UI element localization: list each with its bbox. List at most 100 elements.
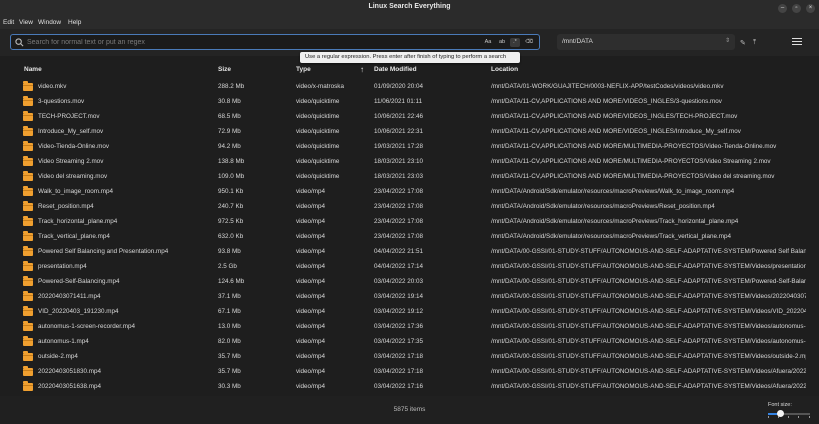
- table-row[interactable]: Powered Self Balancing and Presentation.…: [0, 245, 819, 260]
- table-row[interactable]: Powered-Self-Balancing.mp4 124.6 Mb video/…: [0, 275, 819, 290]
- clear-search-icon[interactable]: ⌫: [524, 38, 534, 47]
- cell-name: Video del streaming.mov: [38, 173, 108, 180]
- hamburger-menu-icon[interactable]: [792, 38, 802, 46]
- table-row[interactable]: presentation.mp4 2.5 Gb video/mp4 04/04/202…: [0, 260, 819, 275]
- table-row[interactable]: outside-2.mp4 35.7 Mb video/mp4 03/04/2022 …: [0, 350, 819, 365]
- folder-icon: [23, 186, 33, 196]
- table-row[interactable]: autonomus-1-screen-recorder.mp4 13.0 Mb vi…: [0, 320, 819, 335]
- title-bar: Linux Search Everything – ▫ ×: [0, 0, 819, 17]
- cell-size: 37.1 Mb: [218, 293, 241, 300]
- table-row[interactable]: Reset_position.mp4 240.7 Kb video/mp4 23/04…: [0, 200, 819, 215]
- search-input[interactable]: [27, 36, 467, 48]
- table-row[interactable]: Introduce_My_self.mov 72.9 Mb video/quickt…: [0, 125, 819, 140]
- cell-name: autonomus-1.mp4: [38, 338, 89, 345]
- regex-icon[interactable]: .*: [510, 38, 520, 47]
- folder-icon: [23, 336, 33, 346]
- cell-name: Walk_to_image_room.mp4: [38, 188, 114, 195]
- column-location[interactable]: Location: [491, 66, 518, 73]
- cell-type: video/mp4: [296, 263, 326, 270]
- cell-location: /mnt/DATA/00-GSSI/01-STUDY-STUFF/AUTONOM…: [491, 263, 806, 270]
- minimize-icon[interactable]: –: [778, 4, 787, 13]
- table-row[interactable]: Walk_to_image_room.mp4 950.1 Kb video/mp4 2…: [0, 185, 819, 200]
- cell-location: /mnt/DATA/00-GSSI/01-STUDY-STUFF/AUTONOM…: [491, 368, 806, 375]
- table-row[interactable]: Track_vertical_plane.mp4 632.0 Kb video/mp…: [0, 230, 819, 245]
- table-header: Name Size Type ↑ Date Modified Location: [0, 63, 819, 78]
- table-row[interactable]: Track_horizontal_plane.mp4 972.5 Kb video/…: [0, 215, 819, 230]
- cell-location: /mnt/DATA/Android/Sdk/emulator/resources…: [491, 188, 735, 195]
- cell-size: 67.1 Mb: [218, 308, 241, 315]
- column-name[interactable]: Name: [24, 66, 42, 73]
- cell-type: video/mp4: [296, 293, 326, 300]
- item-count: 5875 items: [393, 406, 426, 413]
- font-size-slider-knob[interactable]: [777, 410, 785, 417]
- cell-date-modified: 03/04/2022 19:14: [374, 293, 424, 300]
- table-row[interactable]: Video Streaming 2.mov 138.8 Mb video/quick…: [0, 155, 819, 170]
- upload-icon[interactable]: ⤒: [753, 39, 756, 47]
- cell-date-modified: 03/04/2022 17:18: [374, 353, 424, 360]
- folder-icon: [23, 321, 33, 331]
- cell-size: 35.7 Mb: [218, 368, 241, 375]
- table-row[interactable]: TECH-PROJECT.mov 68.5 Mb video/quicktime 10…: [0, 110, 819, 125]
- folder-icon: [23, 291, 33, 301]
- table-row[interactable]: 20220403051638.mp4 30.3 Mb video/mp4 03/04/…: [0, 380, 819, 395]
- cell-type: video/mp4: [296, 218, 326, 225]
- match-case-icon[interactable]: Aa: [483, 38, 493, 47]
- folder-icon: [23, 156, 33, 166]
- font-size-slider[interactable]: [768, 410, 810, 418]
- table-row[interactable]: 20220403051830.mp4 35.7 Mb video/mp4 03/04/…: [0, 365, 819, 380]
- folder-icon: [23, 141, 33, 151]
- table-row[interactable]: video.mkv 288.2 Mb video/x-matroska 01/09/2…: [0, 80, 819, 95]
- cell-location: /mnt/DATA/Android/Sdk/emulator/resources…: [491, 218, 739, 225]
- cell-name: video.mkv: [38, 83, 67, 90]
- column-date-modified[interactable]: Date Modified: [374, 66, 417, 73]
- cell-type: video/mp4: [296, 338, 326, 345]
- column-size[interactable]: Size: [218, 66, 231, 73]
- folder-icon: [23, 201, 33, 211]
- cell-type: video/mp4: [296, 353, 326, 360]
- table-row[interactable]: 3-questions.mov 30.8 Mb video/quicktime 11/…: [0, 95, 819, 110]
- folder-icon: [23, 126, 33, 136]
- menu-bar: Edit View Window Help: [0, 17, 819, 29]
- whole-word-icon[interactable]: ab: [497, 38, 507, 47]
- folder-icon: [23, 351, 33, 361]
- table-row[interactable]: autonomus-1.mp4 82.0 Mb video/mp4 03/04/202…: [0, 335, 819, 350]
- close-icon[interactable]: ×: [806, 4, 815, 13]
- table-row[interactable]: Video del streaming.mov 109.0 Mb video/qui…: [0, 170, 819, 185]
- folder-icon: [23, 246, 33, 256]
- table-row[interactable]: VID_20220403_191230.mp4 67.1 Mb video/mp4 0…: [0, 305, 819, 320]
- cell-date-modified: 23/04/2022 17:08: [374, 188, 424, 195]
- folder-icon: [23, 306, 33, 316]
- cell-type: video/mp4: [296, 248, 326, 255]
- menu-edit[interactable]: Edit: [3, 19, 14, 26]
- table-row[interactable]: 20220403071411.mp4 37.1 Mb video/mp4 03/04/…: [0, 290, 819, 305]
- sort-ascending-icon[interactable]: ↑: [360, 65, 364, 74]
- cell-date-modified: 04/04/2022 21:51: [374, 248, 424, 255]
- cell-type: video/mp4: [296, 233, 326, 240]
- cell-date-modified: 03/04/2022 19:12: [374, 308, 424, 315]
- cell-date-modified: 11/06/2021 01:11: [374, 98, 423, 105]
- cell-type: video/quicktime: [296, 173, 340, 180]
- cell-location: /mnt/DATA/00-GSSI/01-STUDY-STUFF/AUTONOM…: [491, 338, 806, 345]
- edit-path-icon[interactable]: ✎: [740, 39, 746, 47]
- cell-type: video/mp4: [296, 203, 326, 210]
- cell-type: video/mp4: [296, 323, 326, 330]
- regex-tooltip: Use a regular expression. Press enter af…: [300, 52, 520, 63]
- cell-date-modified: 18/03/2021 23:10: [374, 158, 424, 165]
- maximize-icon[interactable]: ▫: [792, 4, 801, 13]
- cell-size: 30.8 Mb: [218, 98, 241, 105]
- cell-location: /mnt/DATA/01-WORK/GUAJITECH/0003-NEFLIX-…: [491, 83, 724, 90]
- menu-window[interactable]: Window: [38, 19, 61, 26]
- cell-size: 138.8 Mb: [218, 158, 245, 165]
- folder-icon: [23, 96, 33, 106]
- cell-location: /mnt/DATA/Android/Sdk/emulator/resources…: [491, 203, 715, 210]
- table-row[interactable]: Video-Tienda-Online.mov 94.2 Mb video/quic…: [0, 140, 819, 155]
- folder-icon: [23, 231, 33, 241]
- folder-icon: [23, 381, 33, 391]
- menu-view[interactable]: View: [19, 19, 33, 26]
- column-type[interactable]: Type: [296, 66, 311, 73]
- menu-help[interactable]: Help: [68, 19, 81, 26]
- path-selector[interactable]: /mnt/DATA ⇕: [557, 34, 735, 50]
- cell-size: 68.5 Mb: [218, 113, 241, 120]
- cell-size: 82.0 Mb: [218, 338, 241, 345]
- font-size-label: Font size:: [768, 402, 792, 408]
